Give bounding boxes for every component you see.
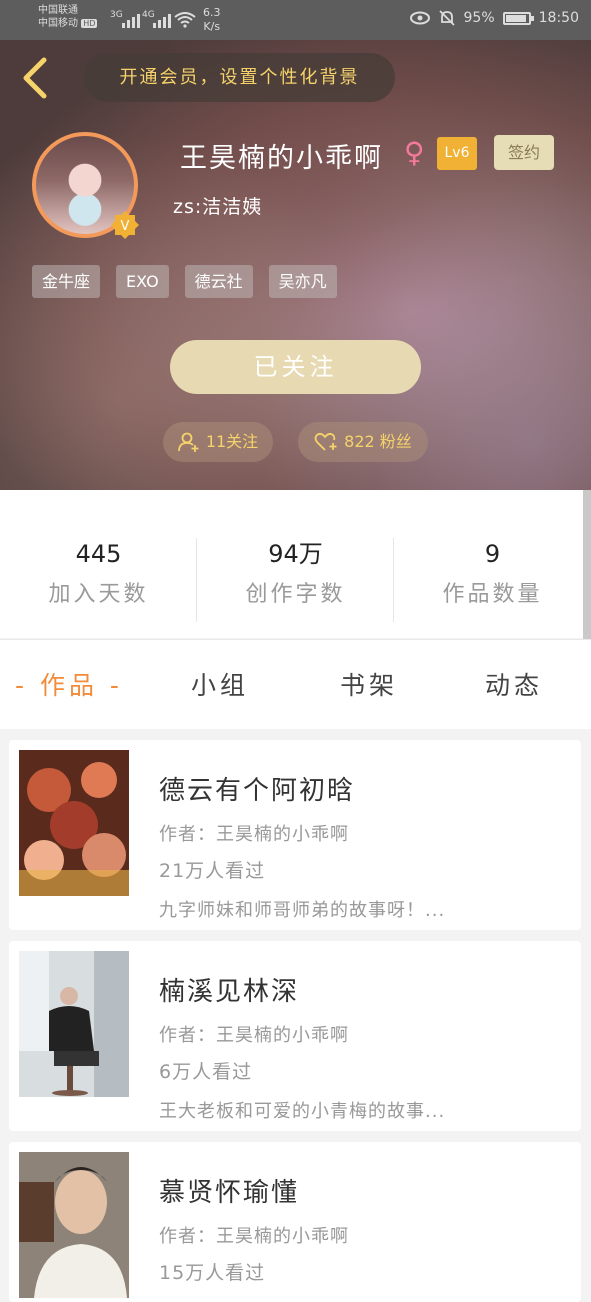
stat-value: 94万 (268, 540, 323, 568)
carrier-1: 中国联通 (38, 5, 78, 16)
follow-button[interactable]: 已关注 (170, 340, 421, 394)
work-card[interactable]: 德云有个阿初晗 作者：王昊楠的小乖啊 21万人看过 九字师妹和师哥师弟的故事呀！… (9, 740, 581, 930)
net-speed: 6.3 K/s (203, 6, 221, 34)
hd-badge: HD (81, 19, 98, 28)
work-cover-image (19, 1152, 129, 1298)
stat-value: 445 (75, 540, 122, 568)
work-title: 慕贤怀瑜懂 (159, 1178, 300, 1208)
work-description: 九字师妹和师哥师弟的故事呀！... (159, 900, 446, 921)
battery-percent: 95% (463, 10, 495, 26)
svg-text:V: V (121, 219, 130, 234)
verified-v-icon: V (111, 211, 139, 239)
add-user-icon (177, 432, 199, 452)
vip-background-prompt[interactable]: 开通会员，设置个性化背景 (84, 53, 395, 102)
eye-icon (409, 11, 430, 25)
scrollbar[interactable] (583, 490, 591, 655)
heart-icon (314, 432, 337, 451)
work-cover-image (19, 750, 129, 896)
carrier-2: 中国移动 (38, 18, 78, 29)
profile-header: 开通会员，设置个性化背景 V 王昊楠的小乖啊 ♀ Lv6 签约 zs:洁洁姨 金… (0, 40, 591, 490)
stat-label: 加入天数 (48, 582, 149, 607)
work-author: 作者：王昊楠的小乖啊 (159, 1226, 349, 1247)
signal-icon-2 (153, 10, 171, 28)
clock: 18:50 (538, 10, 579, 26)
signed-badge[interactable]: 签约 (494, 135, 554, 170)
carrier-info: 中国联通 中国移动 HD (38, 4, 98, 30)
work-views: 21万人看过 (159, 860, 266, 882)
status-right: 95% 18:50 (409, 9, 579, 27)
mute-bell-icon (438, 10, 455, 26)
work-views: 15万人看过 (159, 1262, 266, 1284)
female-icon: ♀ (404, 136, 425, 169)
tab-activity[interactable]: 动态 (485, 666, 543, 702)
tab-works[interactable]: - 作品 - (15, 666, 123, 702)
work-card[interactable]: 慕贤怀瑜懂 作者：王昊楠的小乖啊 15万人看过 (9, 1142, 581, 1302)
battery-icon (502, 11, 534, 25)
tag-item[interactable]: 德云社 (184, 265, 253, 298)
username: 王昊楠的小乖啊 (180, 143, 383, 174)
stat-works-count: 9 作品数量 (394, 538, 591, 608)
tab-bar: - 作品 - 小组 书架 动态 (0, 639, 591, 729)
following-label: 11关注 (205, 432, 259, 451)
work-description: 王大老板和可爱的小青梅的故事... (159, 1101, 446, 1122)
work-cover-image (19, 951, 129, 1097)
work-author: 作者：王昊楠的小乖啊 (159, 1025, 349, 1046)
tab-bookshelf[interactable]: 书架 (340, 666, 398, 702)
back-chevron-icon[interactable] (18, 56, 52, 100)
work-author: 作者：王昊楠的小乖啊 (159, 824, 349, 845)
stat-label: 创作字数 (245, 582, 346, 607)
stat-label: 作品数量 (442, 582, 543, 607)
tab-groups[interactable]: 小组 (191, 666, 249, 702)
bio: zs:洁洁姨 (173, 196, 263, 218)
work-title: 德云有个阿初晗 (159, 776, 356, 806)
work-card[interactable]: 楠溪见林深 作者：王昊楠的小乖啊 6万人看过 王大老板和可爱的小青梅的故事... (9, 941, 581, 1131)
work-title: 楠溪见林深 (159, 977, 300, 1007)
wifi-icon (174, 12, 196, 28)
tag-item[interactable]: 金牛座 (32, 265, 101, 298)
tag-item[interactable]: 吴亦凡 (268, 265, 337, 298)
speed-unit: K/s (203, 20, 221, 33)
signal-icon-1 (122, 10, 140, 28)
stat-join-days: 445 加入天数 (0, 538, 197, 608)
network-3g: 3G (110, 10, 123, 20)
work-views: 6万人看过 (159, 1061, 253, 1083)
fans-label: 822 粉丝 (344, 432, 412, 451)
stat-value: 9 (484, 540, 501, 568)
stats-panel: 445 加入天数 94万 创作字数 9 作品数量 (0, 490, 591, 638)
level-badge: Lv6 (437, 137, 477, 170)
stat-word-count: 94万 创作字数 (197, 538, 394, 608)
following-button[interactable]: 11关注 (163, 422, 273, 462)
tag-item[interactable]: EXO (116, 265, 169, 298)
status-bar: 中国联通 中国移动 HD 3G 4G 6.3 K/s 95% 18:50 (0, 0, 591, 40)
speed-value: 6.3 (203, 6, 221, 19)
fans-button[interactable]: 822 粉丝 (298, 422, 428, 462)
tag-list: 金牛座 EXO 德云社 吴亦凡 (32, 265, 337, 298)
